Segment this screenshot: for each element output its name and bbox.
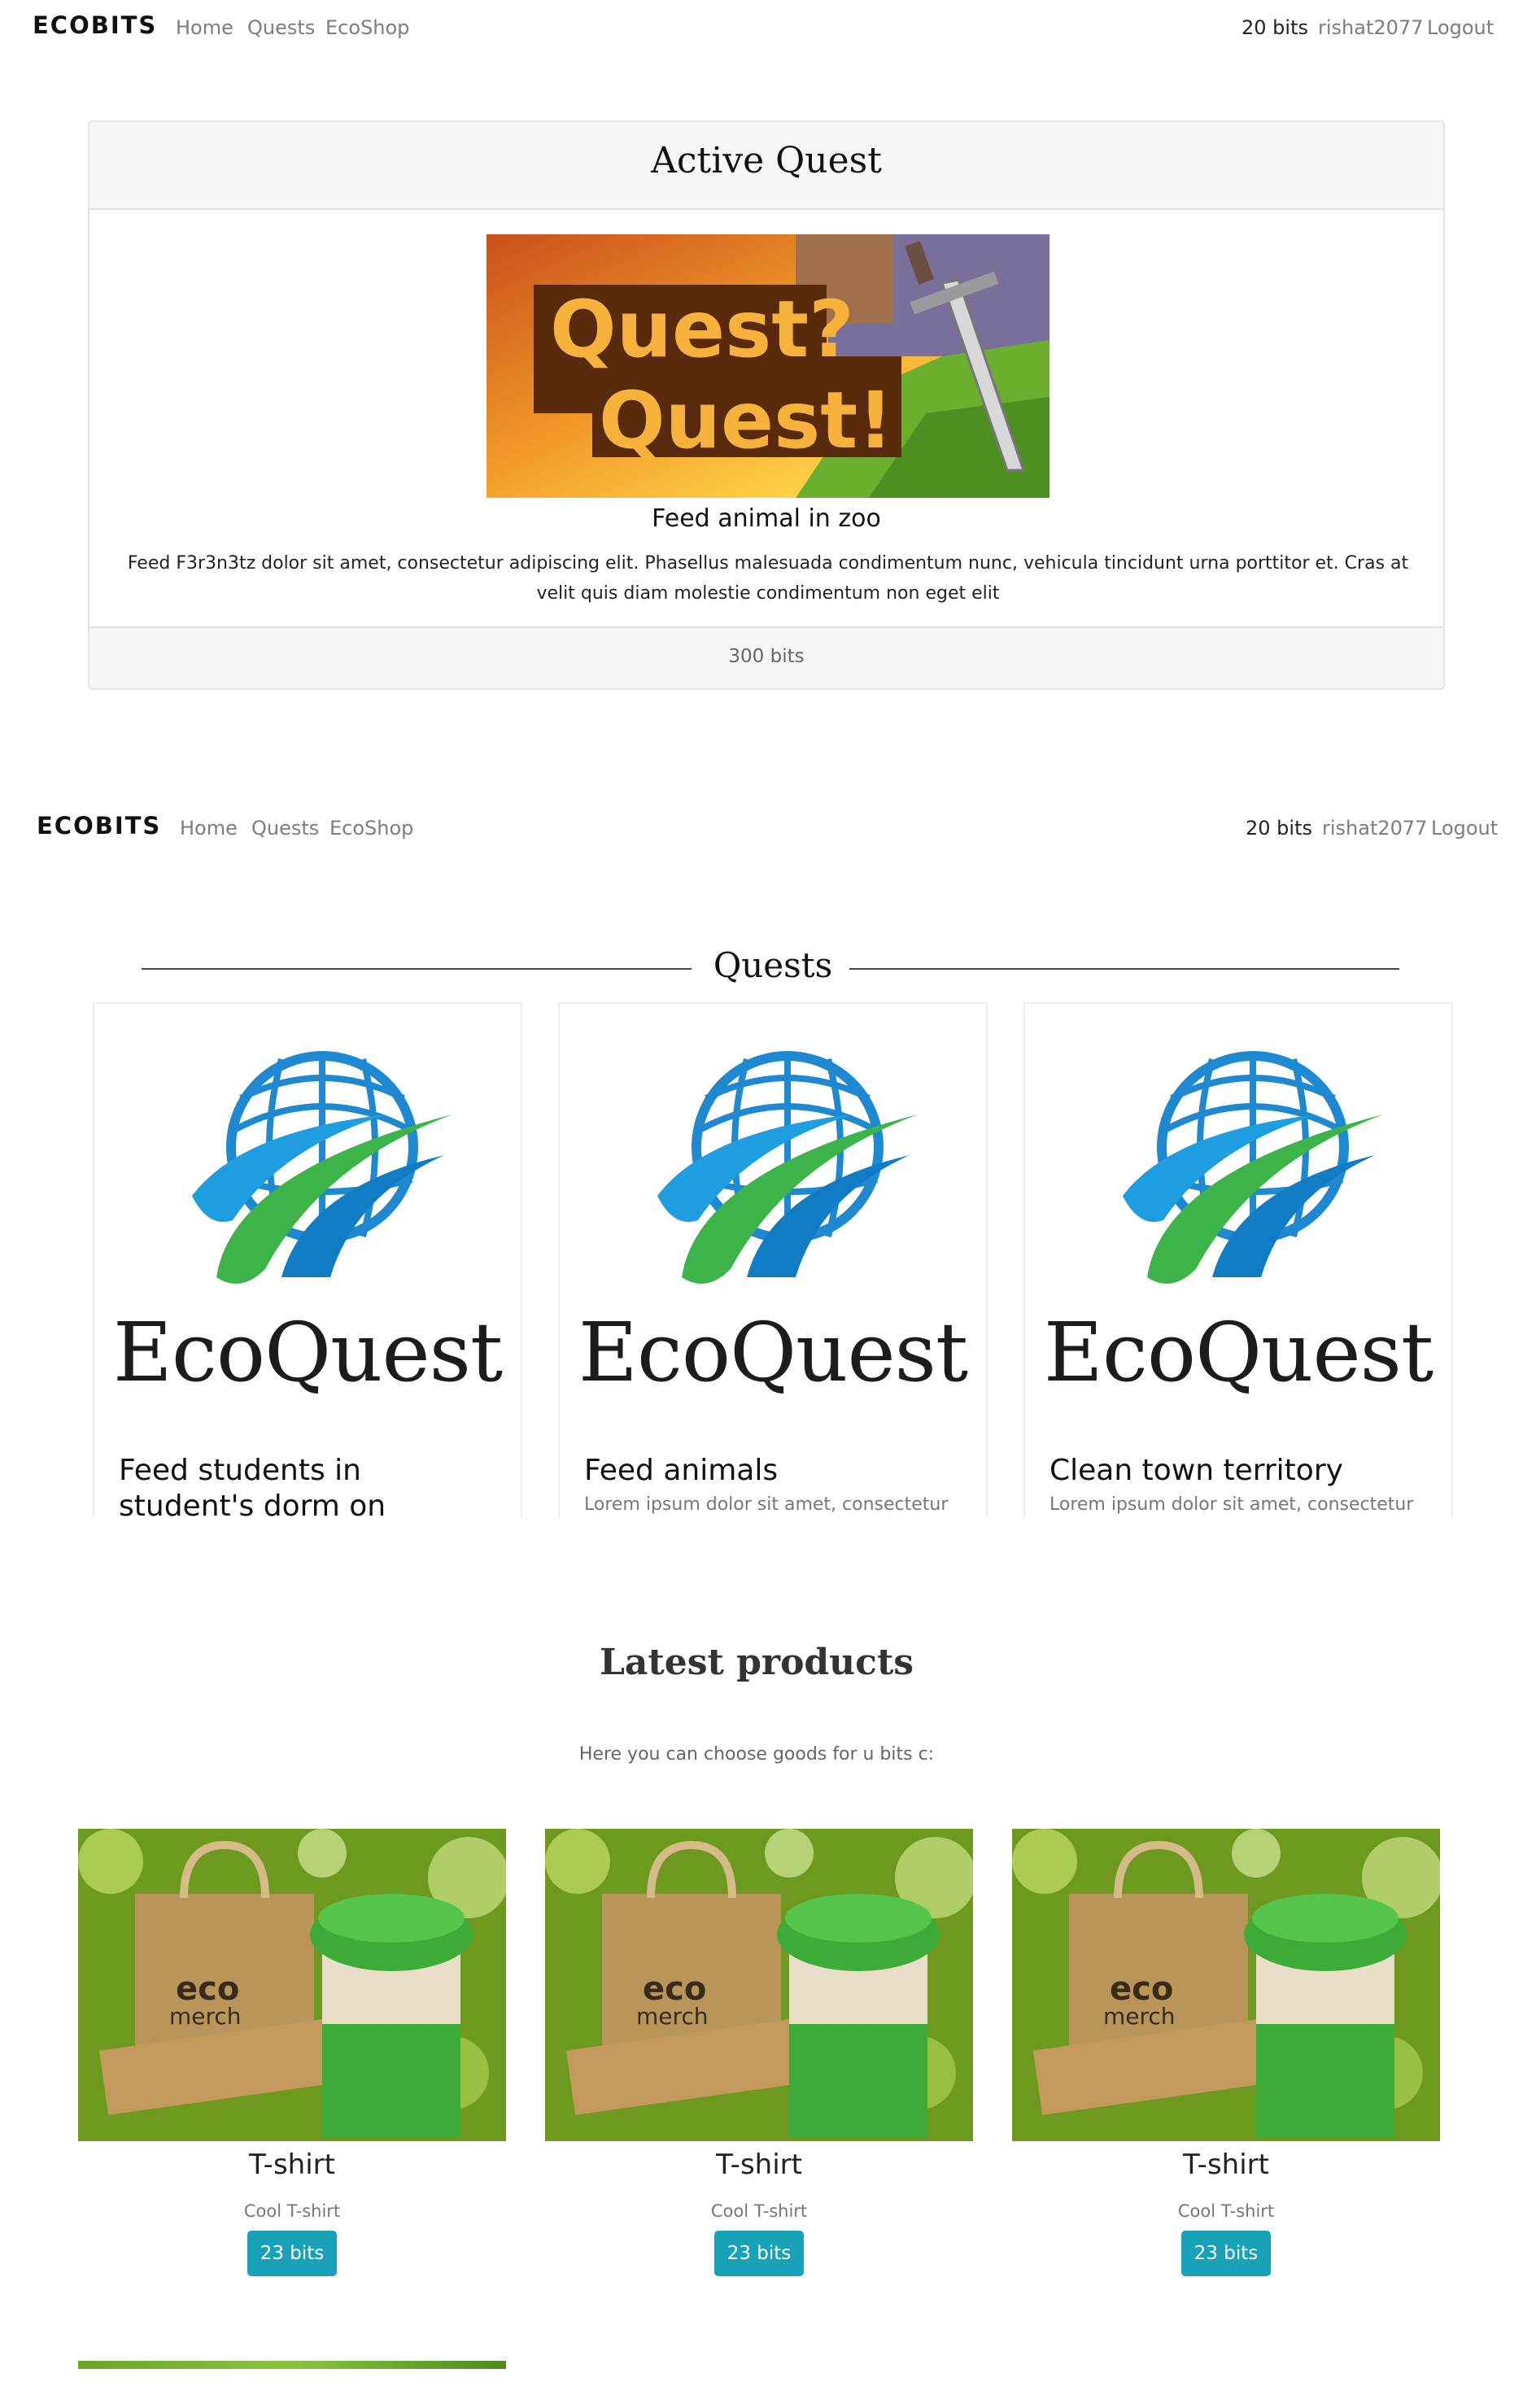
quest-question-text: Quest? — [550, 284, 854, 375]
top-navbar: ECOBITS Home Quests EcoShop 20 bits rish… — [0, 0, 1536, 54]
active-quest-reward: 300 bits — [728, 646, 805, 667]
active-quest-card: Active Quest Quest? Quest! Feed animal i… — [88, 120, 1445, 690]
nav-logout-link[interactable]: Logout — [1431, 817, 1498, 840]
quest-title[interactable]: Clean town territory — [1049, 1453, 1432, 1489]
ecoquest-logo-text: EcoQuest — [1043, 1305, 1433, 1400]
merch-bag-text: merch — [636, 2003, 709, 2030]
quest-description: Lorem ipsum dolor sit amet, consectetur — [1049, 1494, 1414, 1515]
nav-home-link[interactable]: Home — [180, 817, 238, 840]
merch-bag-text: merch — [169, 2003, 242, 2030]
buy-button[interactable]: 23 bits — [1181, 2231, 1271, 2276]
active-quest-footer: 300 bits — [89, 626, 1443, 688]
active-quest-image: Quest? Quest! — [487, 234, 1049, 498]
product-title: T-shirt — [1183, 2148, 1269, 2181]
product-description: Cool T-shirt — [243, 2201, 341, 2221]
product-card: eco merch T-shirt Cool T-shirt 23 bits — [78, 1829, 506, 2284]
nav-logout-link[interactable]: Logout — [1427, 16, 1494, 39]
product-image[interactable]: eco merch — [1012, 1829, 1440, 2141]
quest-card[interactable]: EcoQuest Feed animals Lorem ipsum dolor … — [558, 1002, 988, 1518]
nav-user-link[interactable]: rishat2077 — [1318, 16, 1423, 39]
nav-ecoshop-link[interactable]: EcoShop — [325, 16, 409, 39]
nav-user-link[interactable]: rishat2077 — [1322, 817, 1427, 840]
nav-home-link[interactable]: Home — [176, 16, 233, 39]
brand-logo[interactable]: ECOBITS — [33, 11, 157, 39]
quest-title[interactable]: Feed animals — [584, 1453, 967, 1489]
brand-logo[interactable]: ECOBITS — [37, 812, 161, 840]
quest-exclaim-text: Quest! — [599, 375, 893, 466]
product-card: eco merch T-shirt Cool T-shirt 23 bits — [545, 1829, 973, 2284]
buy-button[interactable]: 23 bits — [714, 2231, 804, 2276]
active-quest-heading: Active Quest — [651, 140, 882, 181]
quests-heading: Quests — [713, 945, 833, 985]
product-image[interactable]: eco merch — [545, 1829, 973, 2141]
second-navbar: ECOBITS Home Quests EcoShop 20 bits rish… — [0, 800, 1536, 854]
quest-description: Lorem ipsum dolor sit amet, consectetur — [584, 1494, 949, 1515]
active-quest-description: Feed F3r3n3tz dolor sit amet, consectetu… — [127, 553, 1409, 604]
latest-products-subheading: Here you can choose goods for u bits c: — [578, 1744, 935, 1765]
quests-divider-left — [142, 968, 692, 970]
product-image-partial — [78, 2361, 506, 2369]
ecoquest-logo-text: EcoQuest — [578, 1305, 968, 1400]
bits-balance: 20 bits — [1241, 16, 1308, 39]
product-image[interactable]: eco merch — [78, 1829, 506, 2141]
product-description: Cool T-shirt — [710, 2201, 808, 2221]
product-description: Cool T-shirt — [1177, 2201, 1275, 2221]
ecoquest-logo-text: EcoQuest — [112, 1305, 503, 1400]
product-card: eco merch T-shirt Cool T-shirt 23 bits — [1012, 1829, 1440, 2284]
nav-quests-link[interactable]: Quests — [247, 16, 315, 39]
quests-divider-right — [849, 968, 1399, 970]
quest-title[interactable]: Feed students in student's dorm on Pushk… — [119, 1453, 501, 1518]
nav-quests-link[interactable]: Quests — [251, 817, 319, 840]
buy-button[interactable]: 23 bits — [247, 2231, 337, 2276]
active-quest-name: Feed animal in zoo — [652, 504, 881, 533]
merch-bag-text: merch — [1103, 2003, 1176, 2030]
quest-card[interactable]: EcoQuest Feed students in student's dorm… — [93, 1002, 522, 1518]
latest-products-heading: Latest products — [599, 1642, 914, 1683]
nav-ecoshop-link[interactable]: EcoShop — [329, 817, 413, 840]
globe-logo-icon — [192, 1051, 452, 1284]
globe-logo-icon — [657, 1051, 918, 1284]
globe-logo-icon — [1123, 1051, 1383, 1284]
product-title: T-shirt — [716, 2148, 802, 2181]
product-title: T-shirt — [249, 2148, 335, 2181]
quest-card[interactable]: EcoQuest Clean town territory Lorem ipsu… — [1023, 1002, 1453, 1518]
bits-balance: 20 bits — [1246, 817, 1312, 840]
active-quest-header: Active Quest — [89, 122, 1443, 210]
